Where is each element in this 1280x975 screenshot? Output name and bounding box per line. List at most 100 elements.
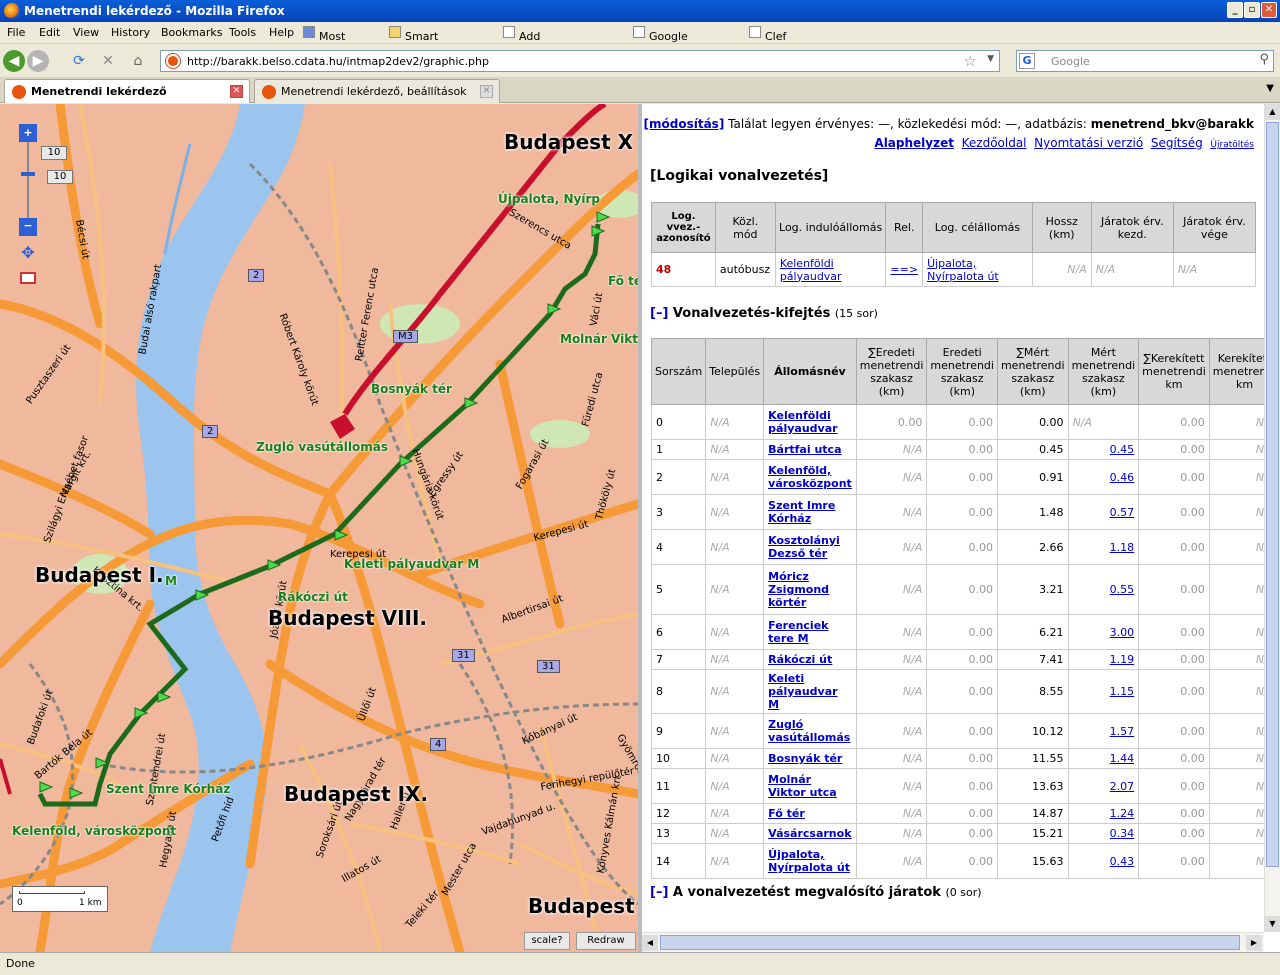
tab-beallitasok[interactable]: Menetrendi lekérdező, beállítások ✕ (254, 79, 500, 103)
bookmark-google-bookmarks[interactable]: Google Bookmarks (633, 26, 710, 56)
reload-link[interactable]: Újratöltés (1210, 140, 1254, 150)
measured-km[interactable]: 1.24 (1110, 807, 1135, 820)
menu-file[interactable]: File (7, 26, 25, 39)
menu-help[interactable]: Help (269, 26, 294, 39)
modify-link[interactable]: [módosítás] (644, 117, 725, 131)
star-icon[interactable]: ☆ (964, 52, 977, 70)
scroll-down-icon[interactable]: ▼ (1265, 916, 1280, 932)
scrollbar-thumb[interactable] (1266, 122, 1279, 867)
pan-icon[interactable]: ✥ (19, 244, 37, 262)
tab-strip: Menetrendi lekérdező ✕ Menetrendi lekérd… (0, 77, 1280, 103)
collapse-toggle[interactable]: [–] (650, 306, 668, 321)
measured-km[interactable]: 0.55 (1110, 583, 1135, 596)
back-button[interactable]: ◀ (3, 50, 25, 72)
station-link[interactable]: Móricz Zsigmond körtér (768, 570, 829, 609)
start-station-link[interactable]: Kelenföldi pályaudvar (780, 257, 842, 283)
bookmark-most-visited[interactable]: Most Visited (303, 26, 356, 56)
route-id: 48 (651, 252, 716, 287)
station-link[interactable]: Bosnyák tér (768, 752, 842, 765)
sum-original-km: N/A (902, 625, 923, 639)
measured-km[interactable]: 1.57 (1110, 725, 1135, 738)
measured-km[interactable]: 1.44 (1110, 752, 1135, 765)
measured-km[interactable]: 2.07 (1110, 780, 1135, 793)
close-window-button[interactable]: ✕ (1261, 2, 1277, 18)
road-number-badge: 31 (537, 660, 560, 673)
station-link[interactable]: Keleti pályaudvar M (768, 672, 837, 711)
tab-list-icon[interactable]: ▼ (1266, 83, 1274, 94)
bookmark-add-google[interactable]: Add Google Bookmark (503, 26, 575, 69)
sum-original-km: N/A (902, 827, 923, 840)
print-link[interactable]: Nyomtatási verzió (1034, 136, 1143, 150)
zoom-out-button[interactable]: − (19, 218, 37, 236)
minimize-button[interactable]: _ (1227, 2, 1243, 18)
station-link-cell: Kelenföldi pályaudvar (763, 404, 857, 440)
menu-tools[interactable]: Tools (229, 26, 256, 39)
vertical-scrollbar[interactable]: ▲ ▼ (1264, 104, 1280, 932)
close-tab-icon[interactable]: ✕ (230, 85, 243, 98)
station-link[interactable]: Kelenföldi pályaudvar (768, 409, 837, 435)
station-link[interactable]: Bártfai utca (768, 443, 841, 456)
measured-km[interactable]: 1.18 (1110, 541, 1135, 554)
forward-button[interactable]: ▶ (27, 50, 49, 72)
search-box[interactable]: G Google ⚲ (1016, 50, 1274, 72)
scrollbar-thumb[interactable] (660, 935, 1240, 950)
chevron-down-icon[interactable]: ▼ (987, 54, 994, 64)
scale-button[interactable]: scale? (524, 932, 570, 950)
zoom-slider-handle[interactable] (21, 172, 35, 176)
google-icon[interactable]: G (1019, 53, 1035, 69)
measured-km[interactable]: 1.15 (1110, 685, 1135, 698)
menu-history[interactable]: History (111, 26, 150, 39)
station-link-cell: Kosztolányi Dezső tér (763, 529, 857, 565)
station-link[interactable]: Fő tér (768, 807, 805, 820)
measured-km[interactable]: 3.00 (1110, 626, 1135, 639)
end-station-link[interactable]: Újpalota, Nyírpalota út (927, 257, 999, 283)
measured-km[interactable]: 1.19 (1110, 653, 1135, 666)
station-link[interactable]: Rákóczi út (768, 653, 832, 666)
measured-km[interactable]: 0.45 (1110, 443, 1135, 456)
measured-km[interactable]: 0.57 (1110, 506, 1135, 519)
measured-km[interactable]: 0.46 (1110, 471, 1135, 484)
database-name: menetrend_bkv@barakk (1090, 117, 1254, 131)
station-link[interactable]: Vásárcsarnok (768, 827, 851, 840)
close-tab-icon[interactable]: ✕ (480, 85, 493, 98)
station-link[interactable]: Szent Imre Kórház (768, 499, 835, 525)
zoom-slider-track[interactable] (27, 142, 29, 226)
station-link-cell: Kelenföld, városközpont (763, 459, 857, 495)
bookmark-smart-bookmarks[interactable]: Smart Bookmarks (389, 26, 466, 56)
menu-bookmarks[interactable]: Bookmarks (161, 26, 222, 39)
measured-km[interactable]: 0.43 (1110, 855, 1135, 868)
sum-measured-km-cell: 0.00 (996, 404, 1069, 440)
scroll-left-icon[interactable]: ◀ (642, 935, 658, 951)
map-view[interactable]: + 10 10 − ✥ 2 2 M3 31 31 4 Bécsi út Buda… (0, 104, 638, 952)
help-link[interactable]: Segítség (1151, 136, 1203, 150)
search-icon[interactable]: ⚲ (1259, 52, 1269, 67)
tab-menetrendi[interactable]: Menetrendi lekérdező ✕ (4, 79, 250, 103)
horizontal-scrollbar[interactable]: ◀ ▶ (642, 932, 1264, 952)
reset-link[interactable]: Alaphelyzet (874, 136, 954, 150)
station-link[interactable]: Zugló vasútállomás (768, 718, 850, 744)
menu-view[interactable]: View (73, 26, 99, 39)
select-box-icon[interactable] (20, 272, 36, 284)
home-link[interactable]: Kezdőoldal (962, 136, 1027, 150)
station-link[interactable]: Kosztolányi Dezső tér (768, 534, 840, 560)
collapse-toggle[interactable]: [–] (650, 885, 668, 900)
station-link[interactable]: Újpalota, Nyírpalota út (768, 848, 850, 874)
station-link[interactable]: Molnár Viktor utca (768, 773, 837, 799)
scroll-up-icon[interactable]: ▲ (1265, 104, 1280, 120)
relation-link[interactable]: ==> (890, 263, 918, 276)
sum-rounded-km: 0.00 (1180, 505, 1205, 519)
scroll-right-icon[interactable]: ▶ (1246, 935, 1262, 951)
reload-icon[interactable]: ⟳ (68, 50, 90, 72)
town-value: N/A (710, 470, 730, 484)
bookmark-clef-reading[interactable]: Clef Reading (749, 26, 810, 56)
stop-icon[interactable]: ✕ (97, 50, 119, 72)
menu-edit[interactable]: Edit (39, 26, 60, 39)
url-bar[interactable]: http://barakk.belso.cdata.hu/intmap2dev2… (160, 50, 1000, 72)
station-link[interactable]: Ferenciek tere M (768, 619, 828, 645)
maximize-button[interactable]: ▫ (1244, 2, 1260, 18)
station-link[interactable]: Kelenföld, városközpont (768, 464, 852, 490)
measured-km[interactable]: 0.34 (1110, 827, 1135, 840)
zoom-in-button[interactable]: + (19, 124, 37, 142)
redraw-button[interactable]: Redraw (576, 932, 636, 950)
home-icon[interactable]: ⌂ (127, 50, 149, 72)
